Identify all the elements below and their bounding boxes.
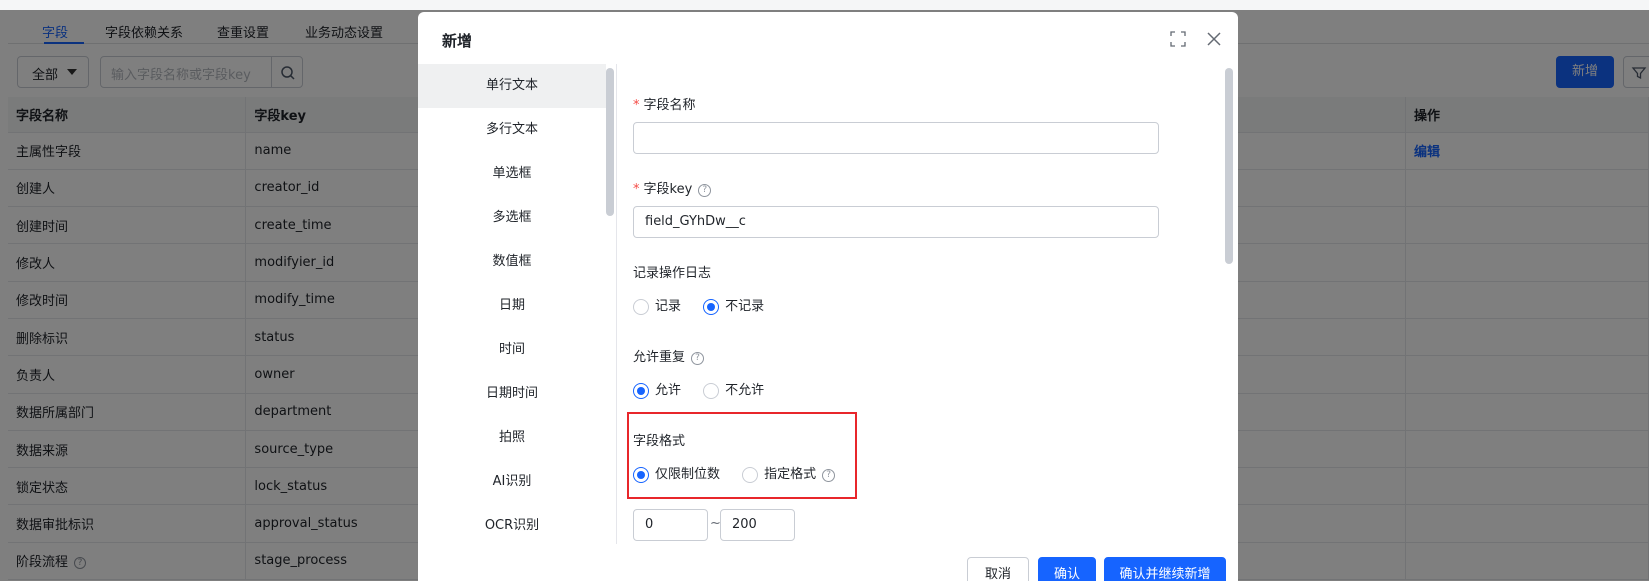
radio-option-label: 不记录 xyxy=(725,299,765,314)
field-type-menu: 单行文本 多行文本 单选框 多选框 数值框 日期 时间 日期时间 拍照 AI识别… xyxy=(418,64,606,544)
expand-icon[interactable] xyxy=(1170,31,1186,47)
radio-circle xyxy=(633,298,649,315)
form-scrollbar[interactable] xyxy=(1225,68,1233,264)
menu-item-multi-line-text[interactable]: 多行文本 xyxy=(418,108,606,152)
duplicate-label-text: 允许重复 xyxy=(633,350,686,365)
field-key-label: * 字段key? xyxy=(633,178,712,197)
radio-option-disallow[interactable]: 不允许 xyxy=(703,379,764,399)
menu-item-number[interactable]: 数值框 xyxy=(418,240,606,284)
radio-option-label: 记录 xyxy=(655,299,682,314)
field-form: * 字段名称 * 字段key? field_GYhDw__c 记录操作日志 记录 不… xyxy=(617,64,1221,544)
top-strip xyxy=(0,0,1649,10)
required-mark: * xyxy=(633,182,640,197)
radio-option-allow[interactable]: 允许 xyxy=(633,379,681,399)
dialog-title: 新增 xyxy=(442,32,473,50)
required-mark: * xyxy=(633,98,640,113)
menu-item-photo[interactable]: 拍照 xyxy=(418,416,606,460)
menu-item-checkbox[interactable]: 多选框 xyxy=(418,196,606,240)
radio-option-label: 允许 xyxy=(655,383,682,398)
menu-scrollbar[interactable] xyxy=(606,68,614,216)
max-length-input[interactable]: 200 xyxy=(720,509,795,541)
field-name-input[interactable] xyxy=(633,122,1159,154)
confirm-and-continue-button[interactable]: 确认并继续新增 xyxy=(1104,557,1226,581)
log-radio-group: 记录 不记录 xyxy=(633,295,782,315)
cancel-button[interactable]: 取消 xyxy=(967,557,1029,581)
radio-circle-selected xyxy=(703,298,720,315)
radio-circle xyxy=(703,382,720,399)
radio-option-no-record[interactable]: 不记录 xyxy=(703,295,764,315)
radio-option-record[interactable]: 记录 xyxy=(633,295,681,315)
confirm-button[interactable]: 确认 xyxy=(1038,557,1096,581)
menu-item-ai-recognition[interactable]: AI识别 xyxy=(418,460,606,504)
duplicate-label: 允许重复? xyxy=(633,346,705,365)
close-icon[interactable] xyxy=(1206,31,1222,47)
duplicate-radio-group: 允许 不允许 xyxy=(633,379,782,399)
add-field-dialog: 新增 单行文本 多行文本 单选框 多选框 数值框 日期 时间 日期时间 拍照 A… xyxy=(418,12,1238,581)
menu-item-time[interactable]: 时间 xyxy=(418,328,606,372)
field-name-label-text: 字段名称 xyxy=(643,98,696,113)
help-icon[interactable]: ? xyxy=(698,184,712,197)
log-label: 记录操作日志 xyxy=(633,266,712,281)
radio-option-label: 不允许 xyxy=(725,383,765,398)
min-length-input[interactable]: 0 xyxy=(633,509,708,541)
help-icon[interactable]: ? xyxy=(691,352,705,365)
menu-item-single-line-text[interactable]: 单行文本 xyxy=(418,64,606,108)
menu-item-radio[interactable]: 单选框 xyxy=(418,152,606,196)
menu-item-datetime[interactable]: 日期时间 xyxy=(418,372,606,416)
radio-circle-selected xyxy=(633,382,649,399)
menu-item-ocr-recognition[interactable]: OCR识别 xyxy=(418,504,606,548)
menu-item-date[interactable]: 日期 xyxy=(418,284,606,328)
highlight-box xyxy=(627,412,857,499)
field-name-label: * 字段名称 xyxy=(633,94,696,113)
field-key-label-text: 字段key xyxy=(643,182,693,197)
field-key-input[interactable]: field_GYhDw__c xyxy=(633,206,1159,238)
